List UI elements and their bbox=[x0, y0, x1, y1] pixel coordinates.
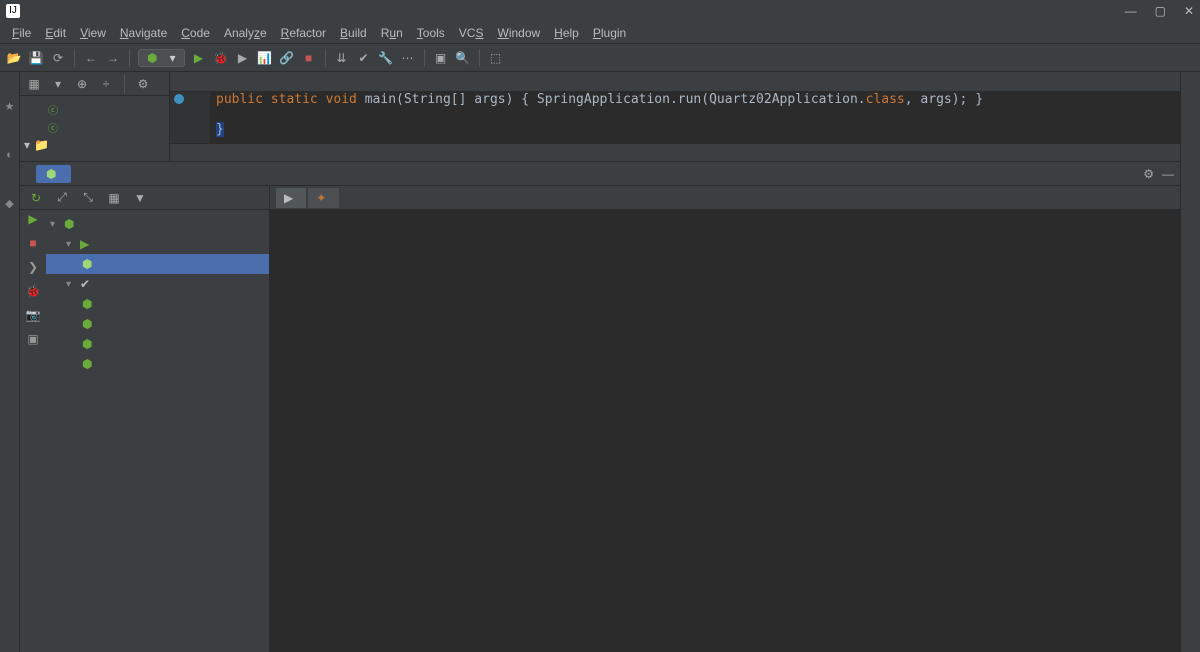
tool-icon[interactable]: 🔧 bbox=[378, 50, 394, 66]
sync-icon[interactable]: ▣ bbox=[433, 50, 449, 66]
run-dashboard-header: ⬢ ⚙ — bbox=[20, 162, 1180, 186]
stop-icon[interactable]: ■ bbox=[301, 50, 317, 66]
vcs-commit-icon[interactable]: ✔ bbox=[356, 50, 372, 66]
project-pane: ▦ ▾ ⊕ ÷ ⚙ ⓒ ⓒ ▾📁 bbox=[20, 72, 170, 161]
rerun-icon[interactable]: ↻ bbox=[28, 190, 44, 206]
spring-icon: ⬢ bbox=[46, 167, 56, 181]
run-dashboard-tree-pane: ↻ ⤢ ⤡ ▦ ▼ ▶ ■ ❯ 🐞 📷 ▣ ▾⬢ ▾▶ ⬢ bbox=[20, 186, 270, 652]
menu-tools[interactable]: Tools bbox=[411, 24, 451, 42]
console-tab[interactable]: ▶ bbox=[276, 188, 306, 208]
attach-icon[interactable]: 🔗 bbox=[279, 50, 295, 66]
tree-row[interactable]: ▾📁 bbox=[24, 136, 165, 154]
camera-icon[interactable]: 📷 bbox=[26, 308, 40, 322]
app-icon: IJ bbox=[6, 4, 20, 18]
run-icon[interactable]: ▶ bbox=[191, 50, 207, 66]
editor-pane: public static void main(String[] args) {… bbox=[170, 72, 1180, 161]
debug-icon[interactable]: 🐞 bbox=[26, 284, 40, 298]
console-pane: ▶ ✦ bbox=[270, 186, 1180, 652]
menu-plugin[interactable]: Plugin bbox=[587, 24, 632, 42]
menu-vcs[interactable]: VCS bbox=[453, 24, 490, 42]
menu-view[interactable]: View bbox=[74, 24, 112, 42]
window-titlebar: IJ — ▢ ✕ bbox=[0, 0, 1200, 22]
refresh-icon[interactable]: ⟳ bbox=[50, 50, 66, 66]
code-area[interactable]: public static void main(String[] args) {… bbox=[210, 92, 1180, 143]
spring-icon: ⬢ bbox=[147, 51, 157, 65]
menu-analyze[interactable]: Analyze bbox=[218, 24, 273, 42]
tree-item[interactable]: ⬢ bbox=[46, 334, 269, 354]
debug-icon[interactable]: 🐞 bbox=[213, 50, 229, 66]
menu-window[interactable]: Window bbox=[491, 24, 546, 42]
menu-navigate[interactable]: Navigate bbox=[114, 24, 173, 42]
proj-target-icon[interactable]: ⊕ bbox=[74, 76, 90, 92]
line-number bbox=[170, 109, 202, 126]
gutter-web-icon[interactable]: ◐ bbox=[6, 149, 13, 161]
menu-refactor[interactable]: Refactor bbox=[275, 24, 332, 42]
menu-run[interactable]: Run bbox=[375, 24, 409, 42]
gutter-jrebel-icon[interactable]: ◆ bbox=[5, 197, 13, 210]
menu-code[interactable]: Code bbox=[175, 24, 216, 42]
run-icon[interactable]: ▶ bbox=[26, 212, 40, 226]
collapse-icon[interactable]: ⤡ bbox=[80, 190, 96, 206]
class-icon: ⓒ bbox=[48, 102, 58, 117]
tree-selected-app[interactable]: ⬢ bbox=[46, 254, 269, 274]
tree-spring-boot[interactable]: ▾⬢ bbox=[46, 214, 269, 234]
proj-settings-icon[interactable]: ⚙ bbox=[135, 76, 151, 92]
run-dashboard-tab[interactable]: ⬢ bbox=[36, 165, 71, 183]
editor-breadcrumb[interactable] bbox=[170, 143, 1180, 161]
hide-icon[interactable]: — bbox=[1162, 167, 1174, 181]
chevron-down-icon: ▾ bbox=[169, 51, 175, 65]
menu-build[interactable]: Build bbox=[334, 24, 373, 42]
redo-icon[interactable]: → bbox=[105, 50, 121, 66]
open-icon[interactable]: 📂 bbox=[6, 50, 22, 66]
maximize-button[interactable]: ▢ bbox=[1155, 4, 1166, 18]
menu-help[interactable]: Help bbox=[548, 24, 585, 42]
group-icon[interactable]: ▦ bbox=[106, 190, 122, 206]
tree-item[interactable]: ⬢ bbox=[46, 294, 269, 314]
proj-dropdown-icon[interactable]: ▾ bbox=[50, 76, 66, 92]
main-toolbar: 📂 💾 ⟳ ← → ⬢ ▾ ▶ 🐞 ▶ 📊 🔗 ■ ⇊ ✔ 🔧 ⋯ ▣ 🔍 ⬚ bbox=[0, 44, 1200, 72]
bookmark-icon[interactable]: ❯ bbox=[26, 260, 40, 274]
tree-item[interactable]: ⬢ bbox=[46, 354, 269, 374]
proj-collapse-icon[interactable]: ÷ bbox=[98, 76, 114, 92]
proj-view-icon[interactable]: ▦ bbox=[26, 76, 42, 92]
search-icon[interactable]: 🔍 bbox=[455, 50, 471, 66]
more-icon[interactable]: ⋯ bbox=[400, 50, 416, 66]
editor-tabs bbox=[170, 72, 1180, 92]
endpoints-tab[interactable]: ✦ bbox=[308, 188, 339, 208]
menu-file[interactable]: File bbox=[6, 24, 37, 42]
coverage-icon[interactable]: ▶ bbox=[235, 50, 251, 66]
settings-icon[interactable]: ⚙ bbox=[1143, 167, 1154, 181]
gutter-icon[interactable]: ★ bbox=[5, 100, 15, 113]
undo-icon[interactable]: ← bbox=[83, 50, 99, 66]
filter-icon[interactable]: ▼ bbox=[132, 190, 148, 206]
stop-icon[interactable]: ■ bbox=[26, 236, 40, 250]
minimize-button[interactable]: — bbox=[1125, 4, 1137, 18]
class-icon: ⓒ bbox=[48, 120, 58, 135]
profile-icon[interactable]: 📊 bbox=[257, 50, 273, 66]
line-number bbox=[170, 126, 202, 143]
console-output[interactable] bbox=[270, 210, 1180, 652]
vcs-update-icon[interactable]: ⇊ bbox=[334, 50, 350, 66]
tree-configured[interactable]: ▾✔ bbox=[46, 274, 269, 294]
tree-running[interactable]: ▾▶ bbox=[46, 234, 269, 254]
run-config-selector[interactable]: ⬢ ▾ bbox=[138, 49, 185, 67]
console-icon: ▶ bbox=[284, 191, 293, 205]
menu-bar: File Edit View Navigate Code Analyze Ref… bbox=[0, 22, 1200, 44]
expand-icon[interactable]: ⤢ bbox=[54, 190, 70, 206]
left-tool-gutter: ★ ◐ ◆ bbox=[0, 72, 20, 652]
endpoints-icon: ✦ bbox=[316, 191, 326, 205]
close-button[interactable]: ✕ bbox=[1184, 4, 1194, 18]
save-icon[interactable]: 💾 bbox=[28, 50, 44, 66]
menu-edit[interactable]: Edit bbox=[39, 24, 72, 42]
right-tool-gutter bbox=[1180, 72, 1200, 652]
tree-item[interactable]: ⬢ bbox=[46, 314, 269, 334]
structure-icon[interactable]: ⬚ bbox=[488, 50, 504, 66]
trash-icon[interactable]: ▣ bbox=[26, 332, 40, 346]
